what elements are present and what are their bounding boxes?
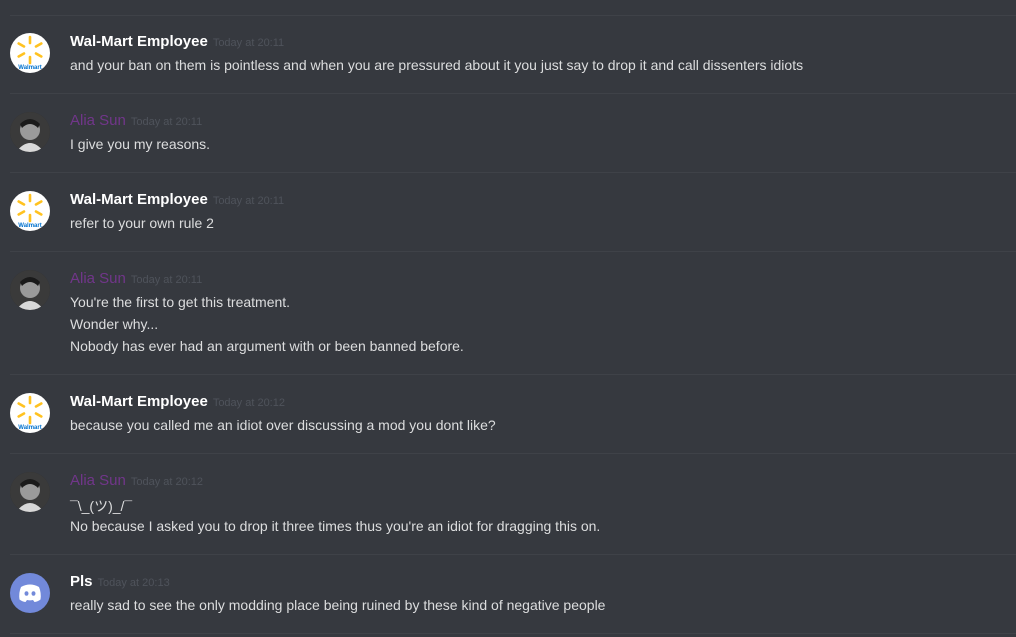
message-header: Alia Sun Today at 20:11 bbox=[70, 112, 202, 130]
walmart-avatar-text: Walmart bbox=[18, 223, 41, 229]
author-name[interactable]: Pls bbox=[70, 573, 93, 590]
message-timestamp: Today at 20:11 bbox=[130, 116, 203, 128]
author-name[interactable]: Wal-Mart Employee bbox=[70, 191, 208, 208]
message-divider bbox=[10, 453, 1016, 454]
message-text: You're the first to get this treatment. bbox=[70, 294, 291, 310]
message-text: Nobody has ever had an argument with or … bbox=[70, 338, 464, 354]
discord-logo-icon bbox=[19, 584, 41, 602]
user-photo-icon bbox=[10, 270, 50, 310]
message-header: Pls Today at 20:13 bbox=[70, 573, 170, 591]
walmart-logo-icon: Walmart bbox=[17, 395, 43, 431]
message-divider bbox=[10, 251, 1016, 252]
message-text: ¯\_(ツ)_/¯ bbox=[70, 498, 133, 514]
author-name[interactable]: Wal-Mart Employee bbox=[70, 33, 208, 50]
message-text: and your ban on them is pointless and wh… bbox=[70, 57, 804, 73]
user-avatar[interactable] bbox=[10, 270, 50, 310]
message-divider bbox=[10, 374, 1016, 375]
message-timestamp: Today at 20:12 bbox=[212, 397, 285, 409]
message-divider bbox=[10, 15, 1016, 16]
user-avatar[interactable] bbox=[10, 472, 50, 512]
message-divider bbox=[10, 554, 1016, 555]
message-header: Wal-Mart Employee Today at 20:11 bbox=[70, 191, 284, 209]
discord-avatar[interactable] bbox=[10, 573, 50, 613]
message-divider bbox=[10, 633, 1016, 634]
message-header: Wal-Mart Employee Today at 20:11 bbox=[70, 33, 284, 51]
walmart-avatar-text: Walmart bbox=[18, 65, 41, 71]
message-text: No because I asked you to drop it three … bbox=[70, 518, 601, 534]
walmart-logo-icon: Walmart bbox=[17, 193, 43, 229]
message-header: Alia Sun Today at 20:11 bbox=[70, 270, 202, 288]
author-name[interactable]: Wal-Mart Employee bbox=[70, 393, 208, 410]
walmart-avatar-text: Walmart bbox=[18, 425, 41, 431]
walmart-avatar[interactable]: Walmart bbox=[10, 191, 50, 231]
chat-message-list: Walmart Wal-Mart Employee Today at 20:11 … bbox=[0, 0, 1016, 637]
message-divider bbox=[10, 172, 1016, 173]
message-timestamp: Today at 20:13 bbox=[97, 577, 170, 589]
message-text: refer to your own rule 2 bbox=[70, 215, 214, 231]
user-photo-icon bbox=[10, 112, 50, 152]
message-timestamp: Today at 20:11 bbox=[212, 37, 285, 49]
message-timestamp: Today at 20:12 bbox=[130, 476, 204, 488]
author-name[interactable]: Alia Sun bbox=[70, 112, 126, 129]
walmart-logo-icon: Walmart bbox=[17, 35, 43, 71]
message-text: because you called me an idiot over disc… bbox=[70, 417, 496, 433]
message-header: Alia Sun Today at 20:12 bbox=[70, 472, 203, 490]
message-text: really sad to see the only modding place… bbox=[70, 597, 606, 613]
message-header: Wal-Mart Employee Today at 20:12 bbox=[70, 393, 285, 411]
user-photo-icon bbox=[10, 472, 50, 512]
walmart-avatar[interactable]: Walmart bbox=[10, 33, 50, 73]
author-name[interactable]: Alia Sun bbox=[70, 270, 126, 287]
user-avatar[interactable] bbox=[10, 112, 50, 152]
message-timestamp: Today at 20:11 bbox=[212, 195, 285, 207]
message-timestamp: Today at 20:11 bbox=[130, 274, 203, 286]
message-divider bbox=[10, 93, 1016, 94]
walmart-avatar[interactable]: Walmart bbox=[10, 393, 50, 433]
message-text: I give you my reasons. bbox=[70, 136, 211, 152]
author-name[interactable]: Alia Sun bbox=[70, 472, 126, 489]
message-text: Wonder why... bbox=[70, 316, 159, 332]
